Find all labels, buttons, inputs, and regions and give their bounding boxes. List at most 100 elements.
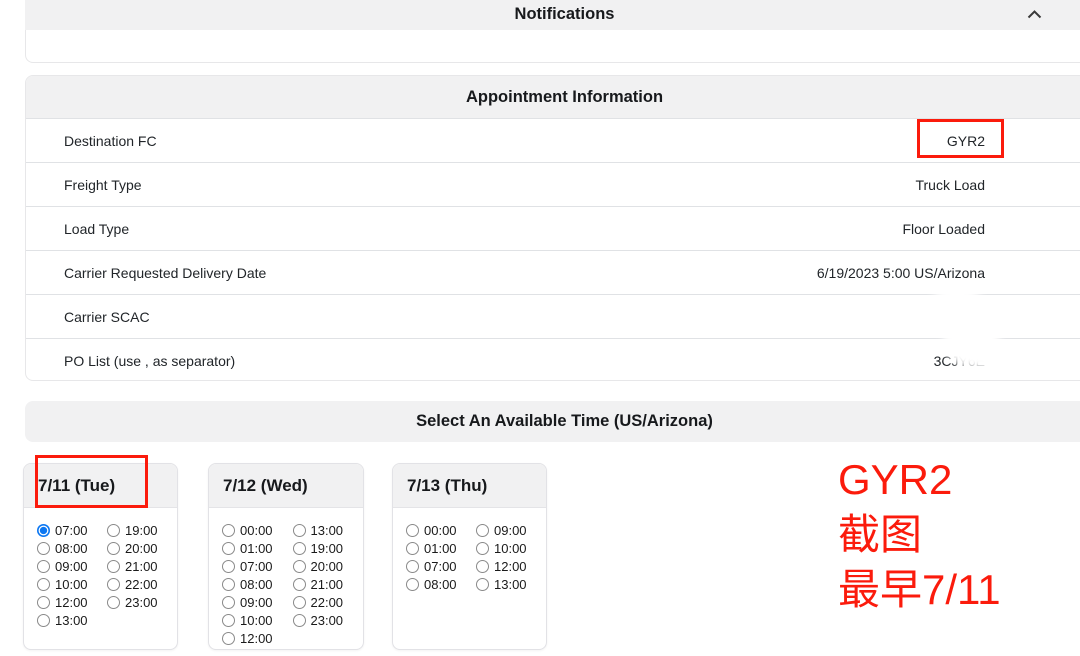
highlight-box-gyr2 [917,119,1004,158]
time-option[interactable]: 01:00 [222,539,293,557]
radio-icon[interactable] [406,524,419,537]
time-option[interactable]: 13:00 [293,521,364,539]
radio-icon[interactable] [222,524,235,537]
time-option-label: 22:00 [125,577,158,592]
time-option[interactable]: 09:00 [476,521,546,539]
radio-icon[interactable] [107,596,120,609]
time-option[interactable]: 20:00 [107,539,177,557]
info-row: Freight TypeTruck Load [26,162,1080,206]
time-option[interactable]: 19:00 [293,539,364,557]
smudge-overlay [972,344,1027,370]
time-option-label: 10:00 [55,577,88,592]
time-option[interactable]: 19:00 [107,521,177,539]
time-option[interactable]: 10:00 [476,539,546,557]
time-option[interactable]: 07:00 [406,557,476,575]
time-option[interactable]: 07:00 [222,557,293,575]
info-row: Carrier SCAC [26,294,1080,338]
radio-icon[interactable] [406,560,419,573]
time-option-label: 13:00 [494,577,527,592]
radio-icon[interactable] [37,560,50,573]
radio-icon[interactable] [293,560,306,573]
time-option-label: 07:00 [55,523,88,538]
time-option-label: 08:00 [240,577,273,592]
radio-icon[interactable] [37,596,50,609]
time-option-label: 08:00 [55,541,88,556]
time-option[interactable]: 22:00 [293,593,364,611]
time-option[interactable]: 09:00 [37,557,107,575]
radio-icon[interactable] [222,542,235,555]
time-option[interactable]: 07:00 [37,521,107,539]
time-option[interactable]: 20:00 [293,557,364,575]
time-option[interactable]: 12:00 [37,593,107,611]
radio-icon[interactable] [293,578,306,591]
time-option-label: 19:00 [311,541,344,556]
time-option[interactable]: 10:00 [222,611,293,629]
time-option[interactable]: 22:00 [107,575,177,593]
time-option-label: 00:00 [240,523,273,538]
day-card-body: 07:00 08:0009:00 10:0012:0013:00 19:0020:00… [24,508,177,629]
time-option[interactable]: 08:00 [222,575,293,593]
highlight-box-date-711 [35,455,148,508]
radio-icon[interactable] [222,632,235,645]
time-option[interactable]: 23:00 [293,611,364,629]
time-column: 13:00 19:0020:00 21:00 22:0023:00 [293,521,364,647]
radio-icon[interactable] [476,560,489,573]
info-row: PO List (use , as separator)3CJY6E [26,338,1080,381]
info-label: Carrier Requested Delivery Date [64,265,266,281]
radio-icon[interactable] [476,524,489,537]
radio-icon[interactable] [37,542,50,555]
radio-icon[interactable] [37,614,50,627]
time-option[interactable]: 08:00 [406,575,476,593]
radio-icon[interactable] [406,578,419,591]
time-option-label: 10:00 [494,541,527,556]
time-option-label: 00:00 [424,523,457,538]
radio-icon[interactable] [222,560,235,573]
radio-icon[interactable] [222,578,235,591]
time-option[interactable]: 09:00 [222,593,293,611]
annotation-line: 截图 [838,507,1001,562]
radio-icon[interactable] [37,578,50,591]
radio-icon[interactable] [293,524,306,537]
time-option[interactable]: 10:00 [37,575,107,593]
time-option-label: 01:00 [424,541,457,556]
radio-icon[interactable] [293,542,306,555]
time-option[interactable]: 00:00 [222,521,293,539]
notifications-title: Notifications [515,5,615,23]
time-option[interactable]: 12:00 [476,557,546,575]
info-label: Freight Type [64,177,142,193]
time-option[interactable]: 23:00 [107,593,177,611]
time-option[interactable]: 08:00 [37,539,107,557]
radio-icon[interactable] [107,524,120,537]
notifications-body [25,30,1080,63]
day-card: 7/13 (Thu) 00:00 01:0007:0008:00 09:00 10:00… [392,463,547,650]
radio-icon[interactable] [476,542,489,555]
day-card-header: 7/12 (Wed) [209,464,363,508]
time-option-label: 12:00 [240,631,273,646]
radio-icon[interactable] [293,596,306,609]
radio-icon[interactable] [476,578,489,591]
time-option[interactable]: 13:00 [476,575,546,593]
day-card-header: 7/13 (Thu) [393,464,546,508]
radio-selected-icon[interactable] [37,524,50,537]
radio-icon[interactable] [222,596,235,609]
time-option[interactable]: 12:00 [222,629,293,647]
radio-icon[interactable] [107,560,120,573]
time-option-label: 09:00 [240,595,273,610]
time-option-label: 01:00 [240,541,273,556]
annotation-text: GYR2 截图 最早7/11 [838,452,1001,617]
chevron-up-icon[interactable] [1024,4,1044,24]
radio-icon[interactable] [293,614,306,627]
time-option[interactable]: 21:00 [107,557,177,575]
time-option[interactable]: 00:00 [406,521,476,539]
time-option[interactable]: 13:00 [37,611,107,629]
radio-icon[interactable] [222,614,235,627]
radio-icon[interactable] [107,578,120,591]
annotation-line: GYR2 [838,452,1001,507]
time-option-label: 21:00 [311,577,344,592]
radio-icon[interactable] [406,542,419,555]
time-option[interactable]: 21:00 [293,575,364,593]
radio-icon[interactable] [107,542,120,555]
time-option[interactable]: 01:00 [406,539,476,557]
info-label: PO List (use , as separator) [64,353,235,369]
time-option-label: 22:00 [311,595,344,610]
